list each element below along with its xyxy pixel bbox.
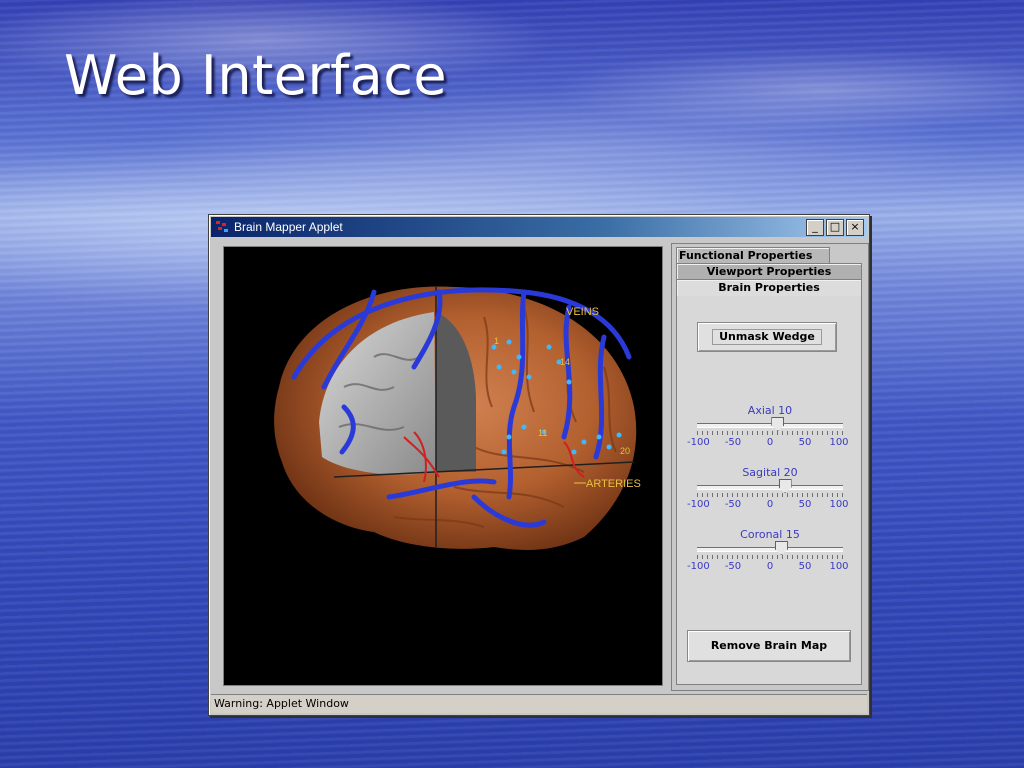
scale-high: 50 xyxy=(798,437,812,448)
status-bar: Warning: Applet Window xyxy=(211,694,867,713)
unmask-wedge-label: Unmask Wedge xyxy=(712,329,822,345)
slider-thumb[interactable] xyxy=(774,541,788,555)
maximize-button[interactable]: □ xyxy=(826,219,844,236)
scale-high: 50 xyxy=(798,561,812,572)
arteries-label: ARTERIES xyxy=(586,478,641,490)
slide-title: Web Interface xyxy=(64,44,448,107)
scale-min: -100 xyxy=(687,437,710,448)
coronal-slider-label: Coronal 15 xyxy=(740,528,800,541)
unmask-wedge-button[interactable]: Unmask Wedge xyxy=(697,322,837,352)
java-app-icon xyxy=(216,221,230,233)
scale-max: 100 xyxy=(829,437,849,448)
slider-ticks xyxy=(697,431,843,435)
sagital-slider[interactable]: Sagital 20 -100 -50 0 50 100 xyxy=(685,466,855,520)
veins-label: VEINS xyxy=(566,306,599,318)
minimize-button[interactable]: _ xyxy=(806,219,824,236)
coronal-slider[interactable]: Coronal 15 -100 -50 0 50 100 xyxy=(685,528,855,582)
marker-label-1: 1 xyxy=(494,336,499,346)
marker-label-14: 14 xyxy=(560,357,570,367)
remove-brain-map-button[interactable]: Remove Brain Map xyxy=(687,630,851,662)
scale-low: -50 xyxy=(724,437,742,448)
marker-label-20: 20 xyxy=(620,446,630,456)
scale-zero: 0 xyxy=(766,499,774,510)
slider-track[interactable] xyxy=(697,423,843,428)
brain-properties-content: Unmask Wedge Axial 10 -100 -50 0 50 100 … xyxy=(676,296,862,685)
applet-window: Brain Mapper Applet _ □ × VEINS ARTERIES… xyxy=(208,214,870,716)
window-title: Brain Mapper Applet xyxy=(234,220,343,234)
scale-max: 100 xyxy=(829,561,849,572)
axial-slider-label: Axial 10 xyxy=(747,404,793,417)
slider-track[interactable] xyxy=(697,547,843,552)
scale-low: -50 xyxy=(724,499,742,510)
tab-viewport-properties[interactable]: Viewport Properties xyxy=(676,263,862,280)
tab-functional-properties[interactable]: Functional Properties xyxy=(676,247,830,264)
window-titlebar[interactable]: Brain Mapper Applet _ □ × xyxy=(211,217,867,237)
tab-brain-properties[interactable]: Brain Properties xyxy=(676,279,862,297)
brain-render: VEINS ARTERIES 1 14 11 20 xyxy=(274,286,641,550)
scale-zero: 0 xyxy=(766,561,774,572)
slider-ticks xyxy=(697,555,843,559)
properties-panel: Functional Properties Viewport Propertie… xyxy=(671,243,869,691)
scale-max: 100 xyxy=(829,499,849,510)
scale-min: -100 xyxy=(687,561,710,572)
marker-label-11: 11 xyxy=(538,428,547,438)
slider-track[interactable] xyxy=(697,485,843,490)
slider-thumb[interactable] xyxy=(778,479,792,493)
scale-zero: 0 xyxy=(766,437,774,448)
close-button[interactable]: × xyxy=(846,219,864,236)
brain-3d-viewport[interactable]: VEINS ARTERIES 1 14 11 20 xyxy=(223,246,663,686)
slider-thumb[interactable] xyxy=(771,417,785,431)
axial-slider[interactable]: Axial 10 -100 -50 0 50 100 xyxy=(685,404,855,458)
slider-ticks xyxy=(697,493,843,497)
scale-low: -50 xyxy=(724,561,742,572)
sagital-slider-label: Sagital 20 xyxy=(742,466,798,479)
window-controls: _ □ × xyxy=(806,219,864,236)
scale-high: 50 xyxy=(798,499,812,510)
scale-min: -100 xyxy=(687,499,710,510)
